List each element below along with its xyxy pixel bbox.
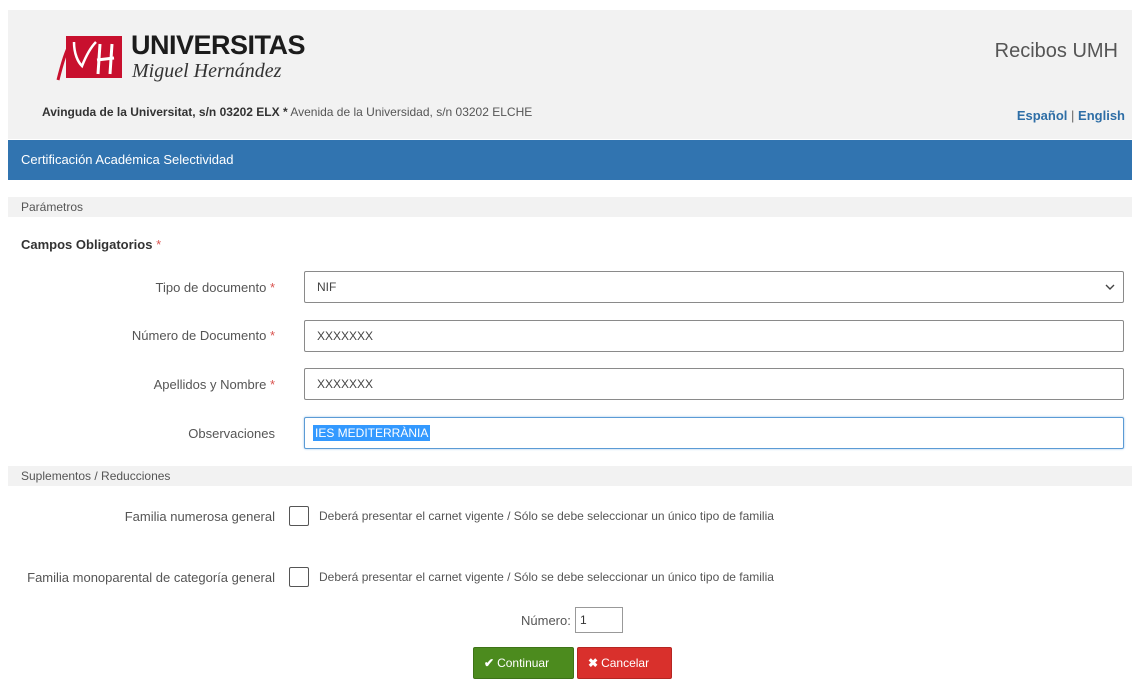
supplements-section-header: Suplementos / Reducciones <box>8 466 1132 486</box>
language-switcher: Español | English <box>1017 108 1125 123</box>
chevron-down-icon <box>1105 272 1115 313</box>
doc-type-select[interactable]: NIF <box>304 271 1124 303</box>
logo-subtext: Miguel Hernández <box>132 60 282 82</box>
single-parent-checkbox[interactable] <box>289 567 309 587</box>
full-name-label-text: Apellidos y Nombre <box>153 377 267 392</box>
doc-number-input[interactable]: XXXXXXX <box>304 320 1124 352</box>
lang-separator: | <box>1071 108 1075 123</box>
umh-logo-mark <box>56 36 122 81</box>
single-parent-label: Familia monoparental de categoría genera… <box>27 570 275 585</box>
logo-text: UNIVERSITAS <box>131 30 306 60</box>
observations-label: Observaciones <box>20 426 275 441</box>
family-number-input[interactable]: 1 <box>575 607 623 633</box>
params-section-header: Parámetros <box>8 197 1132 217</box>
nav-bar: Certificación Académica Selectividad <box>8 140 1132 180</box>
doc-number-value: XXXXXXX <box>317 329 374 343</box>
family-number-value: 1 <box>580 613 587 627</box>
required-fields-label: Campos Obligatorios <box>21 237 153 252</box>
observations-value: IES MEDITERRÀNIA <box>313 425 431 441</box>
full-name-value: XXXXXXX <box>317 377 374 391</box>
doc-type-label-text: Tipo de documento <box>155 280 267 295</box>
page: UNIVERSITAS Miguel Hernández Recibos UMH… <box>0 0 1132 688</box>
large-family-checkbox[interactable] <box>289 506 309 526</box>
x-icon: ✖ <box>588 656 599 670</box>
page-title: Certificación Académica Selectividad <box>21 152 234 167</box>
full-name-label: Apellidos y Nombre * <box>20 377 275 392</box>
cancel-label: Cancelar <box>601 656 650 670</box>
continue-label: Continuar <box>497 656 550 670</box>
check-icon: ✔ <box>484 656 495 670</box>
cancel-button[interactable]: ✖ Cancelar <box>577 647 672 679</box>
required-asterisk: * <box>269 328 275 343</box>
required-asterisk: * <box>156 237 162 252</box>
supplements-section-title: Suplementos / Reducciones <box>21 469 171 483</box>
doc-number-label-text: Número de Documento <box>131 328 267 343</box>
observations-input[interactable]: IES MEDITERRÀNIA <box>304 417 1124 449</box>
address: Avinguda de la Universitat, s/n 03202 EL… <box>42 105 532 119</box>
large-family-label: Familia numerosa general <box>124 509 275 524</box>
umh-logo[interactable]: UNIVERSITAS Miguel Hernández <box>52 28 312 88</box>
required-asterisk: * <box>269 377 275 392</box>
address-valencian: Avinguda de la Universitat, s/n 03202 EL… <box>42 105 280 119</box>
large-family-note: Deberá presentar el carnet vigente / Sól… <box>319 509 774 523</box>
required-fields-title: Campos Obligatorios * <box>21 237 161 252</box>
doc-type-label: Tipo de documento * <box>20 280 276 295</box>
lang-link-es[interactable]: Español <box>1017 108 1068 123</box>
doc-type-value: NIF <box>317 280 337 294</box>
required-asterisk: * <box>269 280 275 295</box>
address-separator: * <box>282 105 288 119</box>
family-number-label: Número: <box>521 613 571 628</box>
doc-number-label: Número de Documento * <box>20 328 275 343</box>
lang-link-en[interactable]: English <box>1078 108 1125 123</box>
full-name-input[interactable]: XXXXXXX <box>304 368 1124 400</box>
app-title: Recibos UMH <box>994 40 1118 62</box>
single-parent-note: Deberá presentar el carnet vigente / Sól… <box>319 570 774 584</box>
page-header: UNIVERSITAS Miguel Hernández Recibos UMH… <box>8 10 1132 139</box>
continue-button[interactable]: ✔ Continuar <box>473 647 574 679</box>
observations-label-text: Observaciones <box>188 426 275 441</box>
params-section-title: Parámetros <box>21 200 84 214</box>
address-spanish: Avenida de la Universidad, s/n 03202 ELC… <box>290 105 533 119</box>
